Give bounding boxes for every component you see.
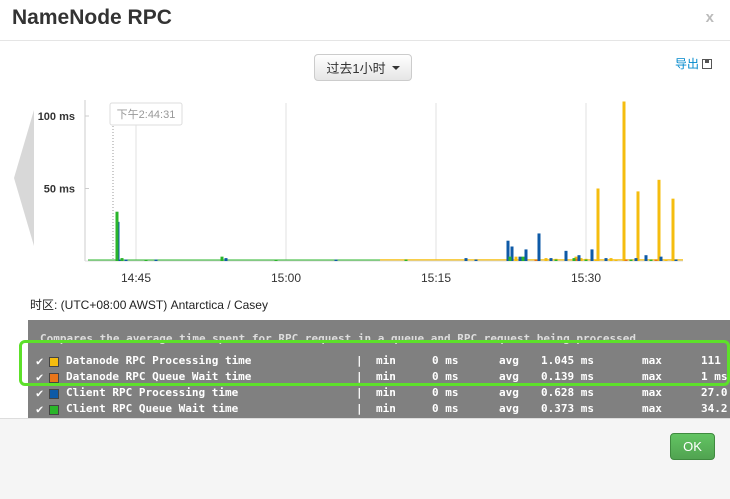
chart-bar	[154, 259, 158, 261]
legend-min-value: 0 ms	[432, 402, 459, 415]
chart-bar	[554, 259, 558, 261]
chart-bar	[537, 233, 541, 261]
chart-bar	[534, 259, 538, 261]
legend-max-value: 27.0	[701, 386, 728, 399]
legend-max-value: 34.2	[701, 402, 728, 415]
hover-time-label: 下午2:44:31	[117, 108, 176, 121]
chart-bar	[120, 258, 124, 261]
legend-row[interactable]: ✔ Client RPC Processing time | min 0 ms avg 0.…	[36, 386, 730, 402]
legend-max-label: max	[642, 386, 662, 399]
chart-bar	[584, 259, 588, 261]
chart-bar	[518, 256, 522, 261]
chart-bar	[508, 256, 512, 261]
chart-bar	[654, 259, 658, 261]
chart-bar	[629, 259, 633, 261]
legend-separator: |	[356, 402, 363, 415]
dialog-header: NameNode RPC x	[0, 0, 730, 41]
chart-bar	[609, 258, 613, 261]
legend-min-value: 0 ms	[432, 386, 459, 399]
x-tick-label: 15:00	[271, 271, 301, 285]
chart-bar	[524, 249, 528, 261]
legend-max-label: max	[642, 402, 662, 415]
timezone-label: 时区: (UTC+08:00 AWST) Antarctica / Casey	[30, 298, 268, 312]
chart-bar	[474, 259, 478, 261]
highlight-annotation-box	[19, 340, 730, 386]
chart-bar	[144, 259, 148, 261]
legend-avg-value: 0.628 ms	[541, 386, 594, 399]
chart-bar	[614, 260, 618, 261]
chart-bar	[564, 250, 568, 261]
chart-bar	[636, 191, 640, 261]
namenode-rpc-dialog: NameNode RPC x 过去1小时 导出 50 ms 100 ms 14:45…	[0, 0, 730, 499]
dialog-title: NameNode RPC	[12, 6, 172, 29]
chart-bar	[124, 259, 128, 261]
chart-bar	[224, 258, 228, 261]
x-tick-label: 15:15	[421, 271, 451, 285]
chart-bar	[115, 211, 119, 261]
chart-bar	[590, 249, 594, 261]
legend-series-name: Client RPC Processing time	[66, 386, 239, 399]
legend-check-icon: ✔	[36, 386, 44, 400]
chart-bar	[671, 198, 675, 261]
y-tick-label: 50 ms	[44, 184, 75, 196]
legend-avg-label: avg	[499, 402, 519, 415]
chart-bar	[604, 258, 608, 261]
chart-bar	[674, 259, 678, 261]
legend-min-label: min	[376, 386, 396, 399]
chart-bar	[274, 259, 278, 261]
caret-down-icon	[391, 65, 400, 70]
x-tick-label: 14:45	[121, 271, 151, 285]
chart-bar	[664, 259, 668, 261]
legend-row[interactable]: ✔ Client RPC Queue Wait time | min 0 ms avg 0.…	[36, 402, 730, 418]
legend-min-label: min	[376, 402, 396, 415]
export-label: 导出	[675, 57, 700, 71]
time-range-label: 过去1小时	[326, 61, 386, 76]
chart-bar	[220, 256, 224, 261]
chart-bar	[464, 258, 468, 261]
hover-tooltip: 下午2:44:31	[109, 102, 183, 126]
chart-bar	[549, 258, 553, 261]
chart-bar	[659, 256, 663, 261]
chart-bar	[334, 259, 338, 261]
chart-bar	[572, 258, 576, 261]
close-icon[interactable]: x	[706, 9, 714, 26]
chart-bar	[624, 259, 628, 261]
chart-bar	[514, 256, 518, 261]
chart-bar	[649, 259, 653, 261]
y-tick-label: 100 ms	[38, 111, 75, 123]
legend-avg-label: avg	[499, 386, 519, 399]
chart-bar	[544, 258, 548, 261]
legend-avg-value: 0.373 ms	[541, 402, 594, 415]
legend-separator: |	[356, 386, 363, 399]
time-range-dropdown[interactable]: 过去1小时	[314, 54, 412, 81]
chart-bar	[634, 258, 638, 261]
chart-bar	[622, 101, 626, 261]
chart-bar	[596, 188, 600, 261]
export-link[interactable]: 导出	[675, 55, 713, 72]
x-tick-label: 15:30	[571, 271, 601, 285]
chart-bar	[644, 255, 648, 261]
chart-bar	[404, 259, 408, 261]
legend-check-icon: ✔	[36, 402, 44, 416]
save-icon	[702, 58, 713, 69]
legend-swatch	[49, 389, 59, 399]
legend-swatch	[49, 405, 59, 415]
rpc-time-chart: 50 ms 100 ms 14:45 15:00 15:15 15:30 下午2:44:31	[38, 100, 683, 285]
chart-bar	[657, 179, 661, 261]
chart-bar	[521, 256, 525, 261]
ok-button[interactable]: OK	[670, 433, 715, 460]
legend-series-name: Client RPC Queue Wait time	[66, 402, 239, 415]
chart-bar	[577, 255, 581, 261]
dialog-footer	[0, 418, 730, 499]
